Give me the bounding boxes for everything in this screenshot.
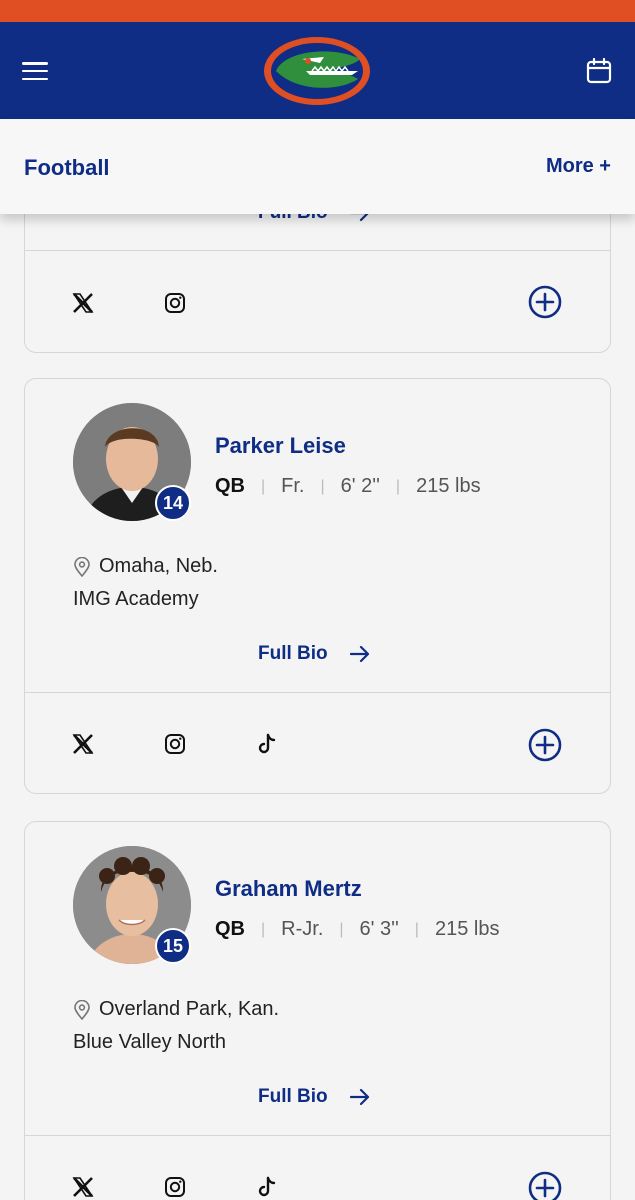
hamburger-menu-icon[interactable]: [22, 60, 48, 82]
separator: |: [261, 477, 266, 495]
calendar-icon[interactable]: [586, 58, 612, 84]
player-stats: QB | Fr. | 6' 2'' | 215 lbs: [215, 475, 481, 498]
player-stats: QB | R-Jr. | 6' 3'' | 215 lbs: [215, 918, 499, 941]
instagram-icon[interactable]: [164, 733, 186, 755]
player-position: QB: [215, 475, 245, 497]
hometown-text: Omaha, Neb.: [99, 555, 218, 577]
roster-card: 15 Graham Mertz QB | R-Jr. | 6' 3'' | 21…: [24, 821, 611, 1200]
player-height: 6' 3'': [359, 918, 399, 940]
arrow-right-icon: [349, 1088, 369, 1106]
separator: |: [395, 477, 401, 495]
location-pin-icon: [74, 556, 90, 577]
x-icon[interactable]: [72, 292, 94, 314]
separator: |: [320, 477, 325, 495]
x-icon[interactable]: [72, 1176, 94, 1198]
separator: |: [414, 920, 419, 938]
tiktok-icon[interactable]: [256, 1176, 278, 1198]
top-accent-bar: [0, 0, 635, 22]
player-weight: 215 lbs: [434, 918, 500, 940]
player-school: Blue Valley North: [73, 1031, 227, 1053]
player-weight: 215 lbs: [416, 475, 481, 497]
separator: |: [261, 920, 266, 938]
sport-subnav: Football More +: [0, 119, 635, 214]
full-bio-link[interactable]: Full Bio: [258, 643, 370, 665]
add-plus-icon[interactable]: [528, 285, 562, 319]
instagram-icon[interactable]: [164, 1176, 186, 1198]
instagram-icon[interactable]: [164, 292, 186, 314]
player-name[interactable]: Parker Leise: [215, 433, 346, 459]
jersey-number-badge: 14: [155, 485, 191, 521]
sport-title: Football: [24, 155, 110, 180]
hometown-text: Overland Park, Kan.: [99, 998, 280, 1020]
add-plus-icon[interactable]: [528, 728, 562, 762]
player-class: Fr.: [281, 475, 305, 497]
full-bio-label: Full Bio: [258, 1086, 328, 1107]
arrow-right-icon: [349, 645, 369, 663]
location-pin-icon: [74, 999, 90, 1020]
site-header: [0, 22, 635, 119]
full-bio-label: Full Bio: [258, 643, 328, 664]
gator-logo[interactable]: [262, 35, 372, 107]
separator: |: [339, 920, 344, 938]
player-hometown: Omaha, Neb.: [73, 555, 218, 578]
player-position: QB: [215, 918, 245, 940]
x-icon[interactable]: [72, 733, 94, 755]
tiktok-icon[interactable]: [256, 733, 278, 755]
add-plus-icon[interactable]: [528, 1171, 562, 1200]
more-menu-button[interactable]: More +: [546, 155, 611, 178]
roster-card: 14 Parker Leise QB | Fr. | 6' 2'' | 215 …: [24, 378, 611, 794]
full-bio-link[interactable]: Full Bio: [258, 1086, 370, 1108]
jersey-number-badge: 15: [155, 928, 191, 964]
player-school: IMG Academy: [73, 588, 199, 610]
player-name[interactable]: Graham Mertz: [215, 876, 362, 902]
player-hometown: Overland Park, Kan.: [73, 998, 279, 1021]
player-class: R-Jr.: [281, 918, 324, 940]
card-divider: [25, 250, 610, 251]
player-height: 6' 2'': [340, 475, 380, 497]
